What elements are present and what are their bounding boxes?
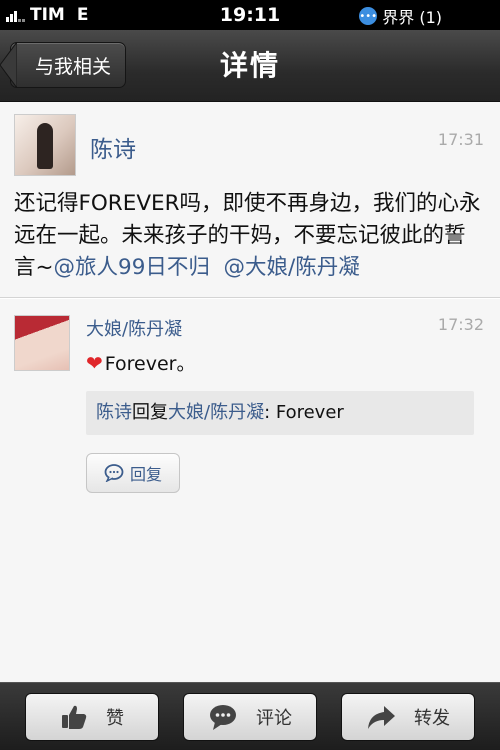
comment-button[interactable]: 评论 <box>183 693 317 741</box>
back-arrow-icon <box>0 42 17 88</box>
reply-quote: 陈诗回复大娘/陈丹凝: Forever <box>86 391 474 435</box>
comment-icon <box>210 705 236 730</box>
notification: ••• 界界 (1) <box>359 4 442 28</box>
mention-link[interactable]: @大娘/陈丹凝 <box>224 255 360 280</box>
post-author-avatar[interactable] <box>14 114 76 176</box>
like-button[interactable]: 赞 <box>25 693 159 741</box>
post-text: 还记得FOREVER吗，即使不再身边，我们的心永远在一起。未来孩子的干妈，不要忘… <box>14 188 486 284</box>
mention-link[interactable]: @旅人99日不归 <box>54 255 210 280</box>
comment-text: Forever。 <box>104 353 196 375</box>
comment-label: 评论 <box>256 708 292 729</box>
like-label: 赞 <box>106 708 124 729</box>
reply-button[interactable]: 回复 <box>86 453 180 493</box>
post: 陈诗 17:31 还记得FOREVER吗，即使不再身边，我们的心永远在一起。未来… <box>0 102 500 298</box>
reply-to-name[interactable]: 大娘/陈丹凝 <box>168 402 264 423</box>
heart-icon: ❤ <box>86 350 103 375</box>
comment-bubble-icon <box>104 464 124 482</box>
comment-time: 17:32 <box>437 315 484 334</box>
status-bar: TIM E 19:11 ••• 界界 (1) <box>0 0 500 30</box>
comment-body: ❤ Forever。 <box>86 349 195 376</box>
notification-label: 界界 (1) <box>382 8 442 27</box>
forward-button[interactable]: 转发 <box>341 693 475 741</box>
reply-text: : Forever <box>264 402 344 423</box>
bottom-toolbar: 赞 评论 转发 <box>0 682 500 750</box>
comment-author-name[interactable]: 大娘/陈丹凝 <box>86 315 182 341</box>
avatar-figure <box>37 123 53 169</box>
reply-verb: 回复 <box>132 402 168 423</box>
reply-button-label: 回复 <box>129 465 162 484</box>
back-button[interactable]: 与我相关 <box>0 42 126 88</box>
comment: 大娘/陈丹凝 17:32 ❤ Forever。 陈诗回复大娘/陈丹凝: Fore… <box>0 298 500 682</box>
nav-bar: 与我相关 详情 <box>0 30 500 102</box>
comment-author-avatar[interactable] <box>14 315 70 371</box>
forward-arrow-icon <box>368 706 395 729</box>
chat-bubble-icon: ••• <box>359 7 378 25</box>
post-time: 17:31 <box>437 130 484 149</box>
back-button-label: 与我相关 <box>34 55 111 78</box>
forward-label: 转发 <box>414 708 450 729</box>
reply-from-name[interactable]: 陈诗 <box>96 402 132 423</box>
thumbs-up-icon <box>62 705 87 729</box>
post-author-name[interactable]: 陈诗 <box>90 130 136 164</box>
